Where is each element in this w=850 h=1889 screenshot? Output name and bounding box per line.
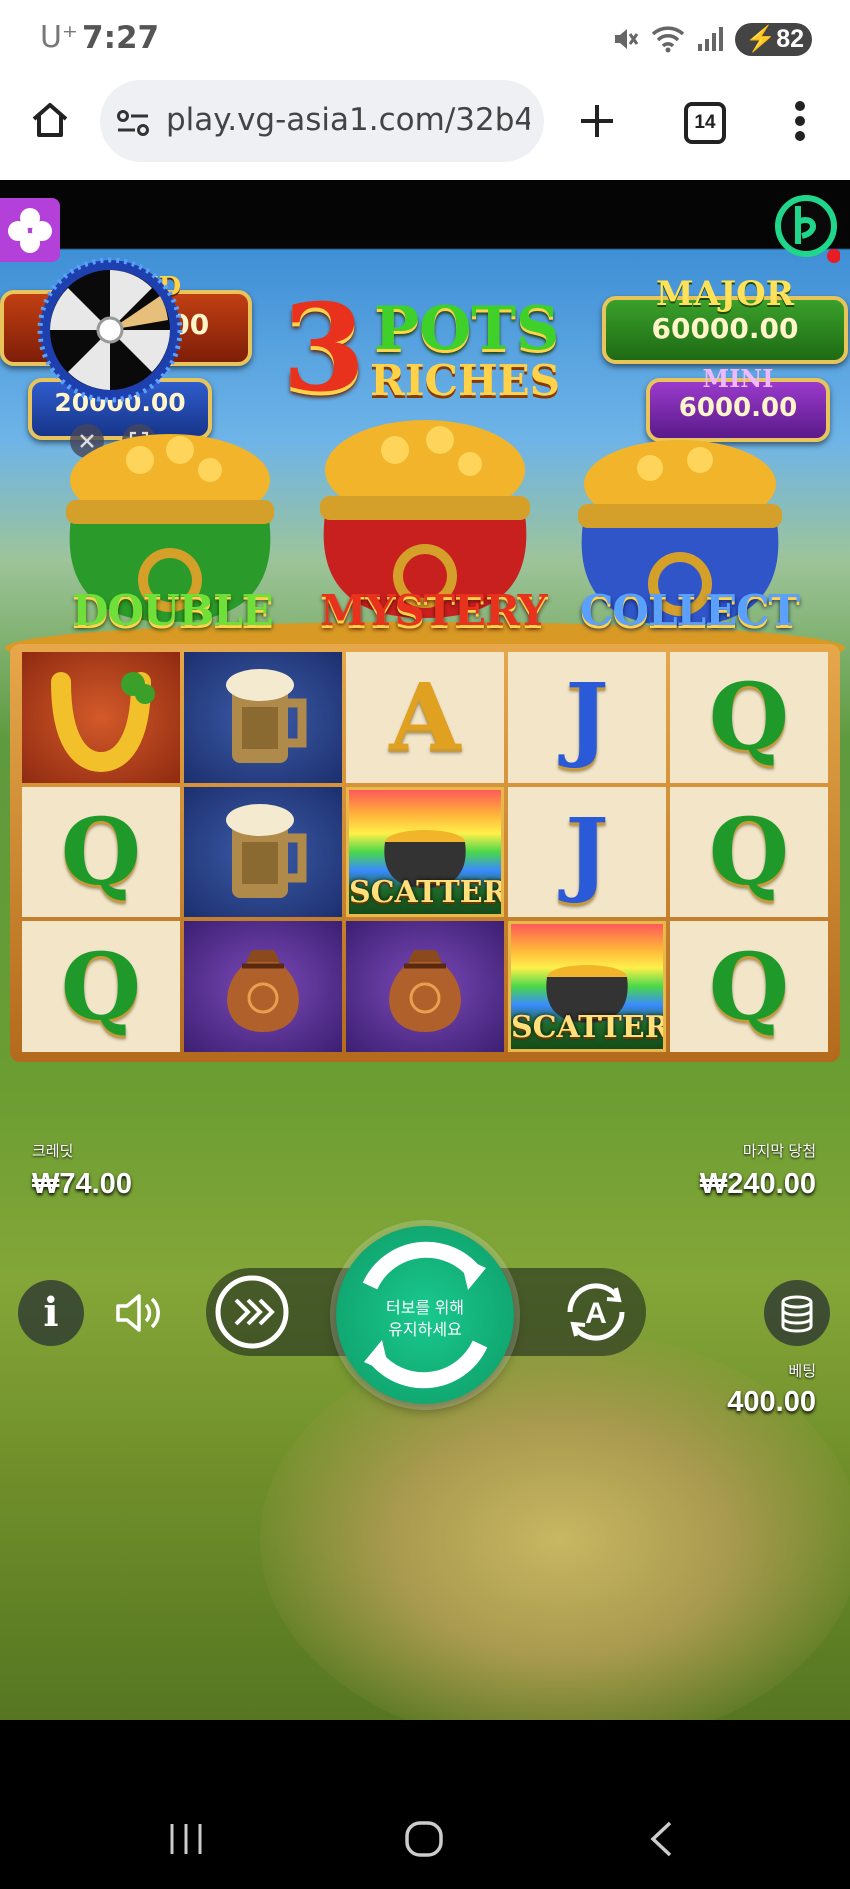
symbol-letter-q: Q [60,932,142,1041]
reel-cell: A [346,652,504,783]
sound-icon[interactable] [112,1288,164,1338]
symbol-letter-a: A [389,663,461,772]
carrier-label: U⁺ [40,20,78,55]
home-nav-icon[interactable] [404,1820,444,1858]
symbol-letter-q: Q [60,797,142,906]
reel-cell: SCATTER [508,921,666,1052]
status-bar: U⁺ 7:27 ⚡82 [0,0,850,78]
recent-apps-icon[interactable] [168,1822,204,1856]
last-win-label: 마지막 당첨 [742,1143,816,1160]
signal-icon [698,27,724,51]
coin-bag-icon [389,949,461,1032]
reel-cell: Q [22,921,180,1052]
provider-menu-button[interactable] [0,198,60,262]
credit-label: 크레딧 [32,1143,74,1160]
scatter-label: SCATTER [511,1010,666,1045]
info-icon: i [43,1289,59,1336]
game-canvas: GRAND 200000.00 MINOR 20000.00 MAJOR 600… [0,180,850,1720]
mute-icon [615,29,639,49]
reel-cell [22,652,180,783]
overflow-menu-icon[interactable] [792,100,808,142]
symbol-letter-q: Q [708,797,790,906]
reel-cell [184,921,342,1052]
jackpot-mini-label: MINI [702,364,774,393]
reel-frame: A J Q Q SCATTER J Q Q SCATTER Q [10,644,840,1062]
wifi-icon [651,26,685,53]
beer-mug-icon [226,669,307,764]
reel-cell: Q [670,786,828,918]
browser-toolbar: play.vg-asia1.com/32b439c 14 [0,78,850,180]
pot-label-double: DOUBLE [72,586,274,635]
url-text[interactable]: play.vg-asia1.com/32b439c [166,102,530,138]
spin-button[interactable]: 터보를 위해 유지하세요 [336,1226,514,1404]
symbol-letter-j: J [565,797,609,906]
jackpot-major-value: 60000.00 [651,312,799,345]
bet-button[interactable] [764,1280,830,1346]
battery-indicator: ⚡82 [735,22,812,56]
system-nav-bar [0,1720,850,1889]
reel-cell: J [508,652,666,783]
reel-cell [346,921,504,1052]
jackpot-major-label: MAJOR [656,274,794,314]
reel-cell: Q [670,921,828,1052]
logo-subtitle: RICHES [370,356,561,405]
back-icon[interactable] [648,1820,674,1858]
bonus-wheel-widget[interactable] [36,256,184,404]
battery-level: 82 [776,24,804,53]
clock: 7:27 [82,20,160,56]
jackpot-major: MAJOR 60000.00 [602,274,848,364]
beer-mug-icon [226,803,307,898]
reel-cell: Q [670,652,828,783]
turbo-button[interactable] [212,1272,292,1352]
reel-cell [184,786,342,918]
logo-number: 3 [282,278,366,419]
clover-icon [8,208,52,253]
reel-grid[interactable]: A J Q Q SCATTER J Q Q SCATTER Q [22,652,828,1052]
new-tab-icon[interactable] [578,102,616,140]
pot-label-mystery: MYSTERY [320,586,548,635]
tab-switcher-button[interactable]: 14 [684,102,726,144]
site-settings-icon[interactable] [116,108,150,138]
bet-label: 베팅 [788,1363,816,1380]
logo-title: POTS [374,294,560,364]
jackpot-mini-value: 6000.00 [678,393,798,423]
fortune-wheel-icon [37,257,183,403]
home-icon[interactable] [30,100,70,140]
b-logo-icon [775,195,841,263]
horseshoe-icon [51,672,155,773]
bet-value: 400.00 [727,1386,816,1418]
symbol-letter-q: Q [708,663,790,772]
symbol-letter-q: Q [708,932,790,1041]
symbol-letter-j: J [565,663,609,772]
reel-cell: SCATTER [346,786,504,918]
status-icons: ⚡82 [613,22,812,56]
scatter-label: SCATTER [349,875,504,911]
game-logo: 3 POTS RICHES [282,278,582,420]
pot-label-collect: COLLECT [580,586,800,635]
brand-logo[interactable] [768,188,841,264]
reel-cell: Q [22,786,180,918]
autoplay-button[interactable]: A [556,1272,636,1352]
reel-cell [184,652,342,783]
info-button[interactable]: i [18,1280,84,1346]
svg-text:A: A [585,1297,607,1330]
credit-value: ₩74.00 [32,1168,132,1200]
coin-stack-icon [781,1295,813,1333]
reel-cell: J [508,786,666,918]
last-win-value: ₩240.00 [699,1168,816,1200]
coin-bag-icon [227,949,299,1032]
spin-hint-line1: 터보를 위해 [385,1300,465,1317]
spin-hint-line2: 유지하세요 [388,1322,462,1339]
